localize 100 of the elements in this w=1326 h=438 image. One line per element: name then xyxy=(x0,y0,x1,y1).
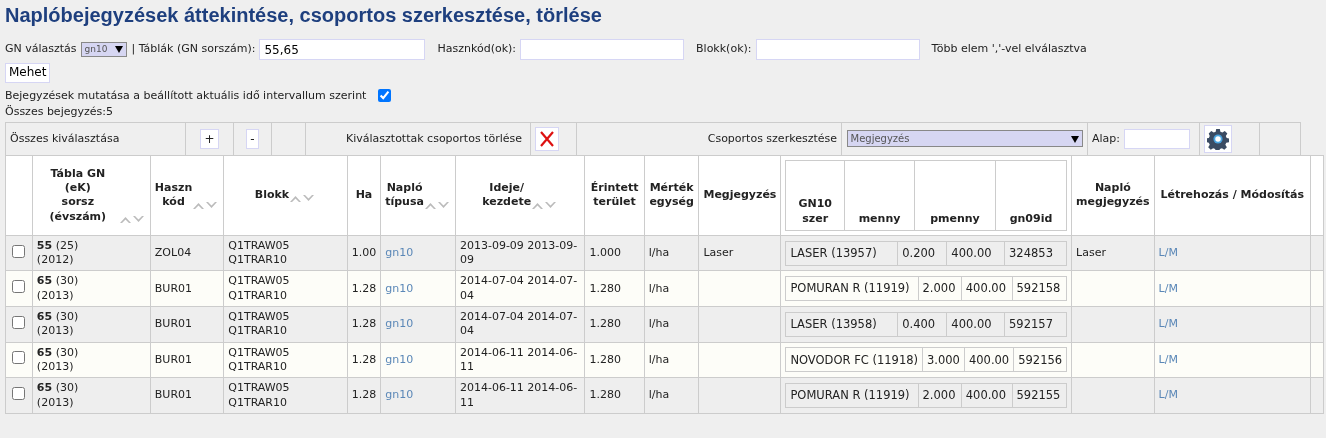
page-title: Naplóbejegyzések áttekintése, csoportos szerkesztése, törlése xyxy=(5,3,603,27)
column-header: Napló megjegyzés xyxy=(1076,181,1150,210)
column-header: Ha xyxy=(355,188,373,203)
close-icon xyxy=(540,131,554,148)
table-cell: Q1TRAW05 Q1TRAR10 xyxy=(228,345,290,373)
table-cell: 592158 xyxy=(1016,281,1061,296)
caret-icon xyxy=(1070,135,1079,143)
row-checkbox[interactable] xyxy=(12,315,26,329)
table-cell: 55 (25) (2012) xyxy=(36,238,79,267)
row-checkbox[interactable] xyxy=(12,280,26,294)
type-link[interactable]: gn10 xyxy=(385,352,414,366)
field-label: Blokk(ok): xyxy=(696,42,752,57)
table-cell: Q1TRAW05 Q1TRAR10 xyxy=(228,238,290,267)
table-cell: 592155 xyxy=(1016,388,1061,403)
row-checkbox[interactable] xyxy=(12,351,26,365)
table-cell: Q1TRAW05 Q1TRAR10 xyxy=(228,310,290,338)
table-cell: Q1TRAW05 Q1TRAR10 xyxy=(228,381,290,409)
table-cell: BUR01 xyxy=(154,281,193,295)
edit-link[interactable]: L/M xyxy=(1158,317,1178,331)
table-cell: 2014-06-11 2014-06-11 xyxy=(459,345,578,373)
column-header: Haszn kód xyxy=(154,181,193,210)
select-all-label: Összes kiválasztása xyxy=(10,131,120,147)
settings-button[interactable] xyxy=(1204,124,1232,153)
table-cell: l/ha xyxy=(648,352,670,366)
hint-text: Több elem ','-vel elválasztva xyxy=(931,42,1087,57)
table-cell: 65 (30) (2013) xyxy=(36,381,79,409)
type-link[interactable]: gn10 xyxy=(385,317,414,331)
column-header: Érintett terület xyxy=(590,181,639,210)
gn-select[interactable]: gn10 xyxy=(80,42,128,57)
table-cell: 2.000 xyxy=(922,281,956,296)
table-cell: 1.000 xyxy=(589,246,621,260)
table-cell: 400.00 xyxy=(951,245,992,260)
column-header: Tábla GN (eK) sorsz (évszám) xyxy=(48,166,108,224)
table-cell: 0.400 xyxy=(902,316,936,331)
group-edit-select[interactable]: Megjegyzés xyxy=(846,130,1083,148)
table-cell: 3.000 xyxy=(927,352,960,367)
table-cell: 592157 xyxy=(1009,316,1053,331)
table-cell: 65 (30) (2013) xyxy=(36,310,79,338)
edit-link[interactable]: L/M xyxy=(1158,246,1178,260)
row-checkbox[interactable] xyxy=(12,244,26,258)
type-link[interactable]: gn10 xyxy=(385,388,414,402)
total-count: Összes bejegyzés:5 xyxy=(5,104,114,119)
minus-button[interactable]: - xyxy=(246,128,259,149)
row-checkbox[interactable] xyxy=(12,386,26,400)
settings-icon xyxy=(1207,127,1229,150)
table-cell: l/ha xyxy=(648,281,670,295)
table-cell: l/ha xyxy=(648,388,670,402)
plus-button[interactable]: + xyxy=(200,128,219,149)
go-button[interactable]: Mehet xyxy=(5,63,51,83)
delete-label: Kiválasztottak csoportos törlése xyxy=(346,131,522,147)
table-cell: 400.00 xyxy=(965,281,1006,296)
table-cell: 1.280 xyxy=(589,352,621,366)
type-link[interactable]: gn10 xyxy=(385,281,414,295)
edit-link[interactable]: L/M xyxy=(1158,281,1178,295)
table-cell: 65 (30) (2013) xyxy=(36,345,79,373)
table-cell: POMURAN R (11919) xyxy=(790,281,910,296)
table-cell: 2014-07-04 2014-07-04 xyxy=(459,310,578,338)
time-filter-checkbox[interactable] xyxy=(378,88,392,102)
input-field[interactable] xyxy=(1124,128,1190,149)
table-cell: 1.280 xyxy=(589,317,621,331)
table-cell: 592156 xyxy=(1018,352,1063,367)
table-cell: Laser xyxy=(1076,246,1106,260)
table-cell: POMURAN R (11919) xyxy=(790,388,910,403)
table-cell: 400.00 xyxy=(965,388,1006,403)
input-field[interactable] xyxy=(520,39,685,60)
table-cell: LASER (13957) xyxy=(790,245,877,260)
column-header: Megjegyzés xyxy=(703,188,777,203)
table-cell: 1.28 xyxy=(351,317,377,331)
edit-link[interactable]: L/M xyxy=(1158,352,1178,366)
table-cell: 2014-07-04 2014-07-04 xyxy=(459,274,578,302)
field-label: GN választás xyxy=(5,42,77,57)
field-label: | Táblák (GN sorszám): xyxy=(131,42,256,57)
table-cell: LASER (13958) xyxy=(790,316,877,331)
edit-link[interactable]: L/M xyxy=(1158,388,1178,402)
field-label: Alap: xyxy=(1092,131,1120,147)
table-cell: 1.28 xyxy=(351,352,377,366)
table-cell: l/ha xyxy=(648,246,670,260)
table-cell: 65 (30) (2013) xyxy=(36,274,79,302)
type-link[interactable]: gn10 xyxy=(385,246,414,260)
table-cell: 2013-09-09 2013-09-09 xyxy=(459,238,578,267)
caret-icon xyxy=(115,45,124,53)
table-cell: 1.28 xyxy=(351,281,377,295)
input-field[interactable]: 55,65 xyxy=(259,39,426,60)
column-header: gn09id xyxy=(1009,211,1053,225)
column-header: Blokk xyxy=(254,188,290,203)
table-cell: BUR01 xyxy=(154,352,193,366)
table-cell: l/ha xyxy=(648,317,670,331)
column-header: Mérték egység xyxy=(649,181,694,210)
column-header: menny xyxy=(858,211,901,225)
input-field[interactable] xyxy=(755,39,920,60)
column-header: Létrehozás / Módosítás xyxy=(1160,188,1304,203)
table-cell: Q1TRAW05 Q1TRAR10 xyxy=(228,274,290,302)
delete-button[interactable] xyxy=(535,126,559,151)
table-cell: 0.200 xyxy=(902,245,936,260)
table-cell: 1.00 xyxy=(351,246,377,260)
table-cell: ZOL04 xyxy=(154,246,192,260)
table-cell: 1.280 xyxy=(589,388,621,402)
table-cell: 400.00 xyxy=(968,352,1010,367)
table-cell: 324853 xyxy=(1009,245,1053,260)
checkbox-label: Bejegyzések mutatása a beállított aktuális idő intervallum szerint xyxy=(5,89,367,104)
